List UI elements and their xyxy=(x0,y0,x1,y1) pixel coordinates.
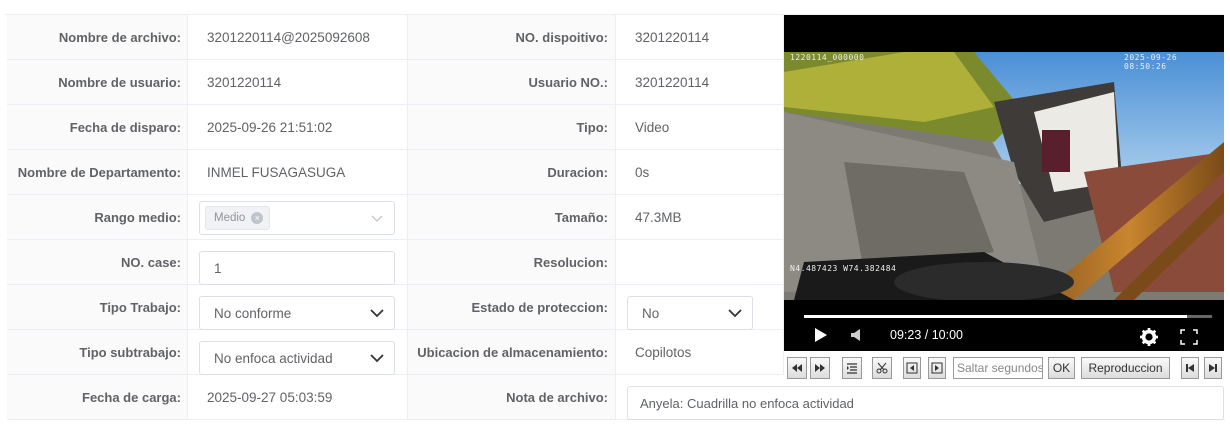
chevron-down-icon xyxy=(370,354,384,363)
protection-select[interactable]: No xyxy=(627,296,753,330)
osd-camera-id: 1220114_000000 xyxy=(790,53,865,62)
range-label: Rango medio: xyxy=(7,195,188,239)
playback-button[interactable]: Reproduccion xyxy=(1081,357,1170,379)
info-row: NO. case: Resolucion: xyxy=(7,240,785,285)
fast-forward-button[interactable] xyxy=(810,357,830,379)
rewind-icon xyxy=(792,364,802,372)
device-no-label: NO. dispoitivo: xyxy=(408,15,616,59)
range-tag-label: Medio xyxy=(214,212,246,224)
fast-forward-icon xyxy=(815,364,825,372)
case-no-input[interactable]: 1 xyxy=(199,251,395,285)
cut-button[interactable] xyxy=(872,357,892,379)
info-row: Rango medio: Tamaño: 47.3MB xyxy=(7,195,785,240)
video-frame[interactable] xyxy=(784,52,1224,300)
size-value: 47.3MB xyxy=(616,195,784,239)
duration-label: Duracion: xyxy=(408,150,616,194)
department-value: INMEL FUSAGASUGA xyxy=(188,150,408,194)
skip-start-button[interactable] xyxy=(1181,357,1199,379)
info-row: Tipo subtrabajo: Ubicacion de almacenami… xyxy=(7,330,785,375)
cut-icon xyxy=(876,362,888,374)
case-no-input-value: 1 xyxy=(214,260,222,276)
protection-selected: No xyxy=(642,305,660,321)
next-frame-button[interactable] xyxy=(928,357,946,379)
work-type-selected: No conforme xyxy=(214,305,292,321)
type-label: Tipo: xyxy=(408,105,616,149)
tag-close-icon[interactable]: × xyxy=(251,212,264,224)
size-label: Tamaño: xyxy=(408,195,616,239)
resolution-value xyxy=(616,240,784,284)
progress-bar[interactable] xyxy=(804,315,1212,318)
user-no-value: 3201220114 xyxy=(616,60,784,104)
trigger-date-label: Fecha de disparo: xyxy=(7,105,188,149)
prev-frame-button[interactable] xyxy=(903,357,921,379)
user-name-label: Nombre de usuario: xyxy=(7,60,188,104)
type-value: Video xyxy=(616,105,784,149)
trigger-date-value: 2025-09-26 21:51:02 xyxy=(188,105,408,149)
play-icon[interactable] xyxy=(814,327,828,343)
list-button[interactable] xyxy=(842,357,862,379)
protection-label: Estado de proteccion: xyxy=(408,285,616,329)
duration-value: 0s xyxy=(616,150,784,194)
device-no-value: 3201220114 xyxy=(616,15,784,59)
user-no-label: Usuario NO.: xyxy=(408,60,616,104)
subwork-type-select[interactable]: No enfoca actividad xyxy=(199,341,395,375)
case-no-label: NO. case: xyxy=(7,240,188,284)
chevron-down-icon xyxy=(370,309,384,318)
subwork-type-label: Tipo subtrabajo: xyxy=(7,330,188,374)
storage-location-value: Copilotos xyxy=(616,330,784,374)
volume-icon[interactable] xyxy=(850,328,864,342)
user-name-value: 3201220114 xyxy=(188,60,408,104)
osd-timestamp: 2025-09-26 08:50:26 xyxy=(1124,53,1178,71)
subwork-type-selected: No enfoca actividad xyxy=(214,350,333,366)
info-row: Nombre de archivo: 3201220114@2025092608… xyxy=(7,15,785,60)
info-row: Nombre de usuario: 3201220114 Usuario NO… xyxy=(7,60,785,105)
chevron-down-icon xyxy=(728,309,742,318)
range-tag: Medio × xyxy=(205,206,271,230)
file-name-label: Nombre de archivo: xyxy=(7,15,188,59)
seek-seconds-input[interactable]: Saltar segundos xyxy=(953,357,1043,379)
resolution-label: Resolucion: xyxy=(408,240,616,284)
info-row: Nombre de Departamento: INMEL FUSAGASUGA… xyxy=(7,150,785,195)
prev-frame-icon xyxy=(906,362,918,374)
next-frame-icon xyxy=(931,362,943,374)
work-type-select[interactable]: No conforme xyxy=(199,296,395,330)
fullscreen-icon[interactable] xyxy=(1180,329,1198,345)
file-name-value: 3201220114@2025092608 xyxy=(188,15,408,59)
skip-end-icon xyxy=(1209,364,1217,372)
progress-fill xyxy=(804,315,1187,318)
range-select[interactable]: Medio × xyxy=(199,201,395,235)
skip-end-button[interactable] xyxy=(1204,357,1222,379)
info-row: Fecha de disparo: 2025-09-26 21:51:02 Ti… xyxy=(7,105,785,150)
skip-start-icon xyxy=(1186,364,1194,372)
storage-location-label: Ubicacion de almacenamiento: xyxy=(408,330,616,374)
osd-coordinates: N4.487423 W74.382484 xyxy=(790,264,897,273)
time-display: 09:23 / 10:00 xyxy=(890,328,963,342)
upload-date-value: 2025-09-27 05:03:59 xyxy=(188,375,408,419)
settings-icon[interactable] xyxy=(1140,328,1158,346)
file-note-input[interactable]: Anyela: Cuadrilla no enfoca actividad xyxy=(627,386,1224,420)
video-player[interactable]: 1220114_000000 2025-09-26 08:50:26 N4.48… xyxy=(784,15,1224,351)
rewind-button[interactable] xyxy=(787,357,807,379)
file-note-label: Nota de archivo: xyxy=(408,375,616,419)
list-icon xyxy=(847,363,857,374)
work-type-label: Tipo Trabajo: xyxy=(7,285,188,329)
department-label: Nombre de Departamento: xyxy=(7,150,188,194)
upload-date-label: Fecha de carga: xyxy=(7,375,188,419)
ok-button[interactable]: OK xyxy=(1048,357,1075,379)
chevron-down-icon xyxy=(371,215,383,222)
file-note-value: Anyela: Cuadrilla no enfoca actividad xyxy=(640,395,854,411)
